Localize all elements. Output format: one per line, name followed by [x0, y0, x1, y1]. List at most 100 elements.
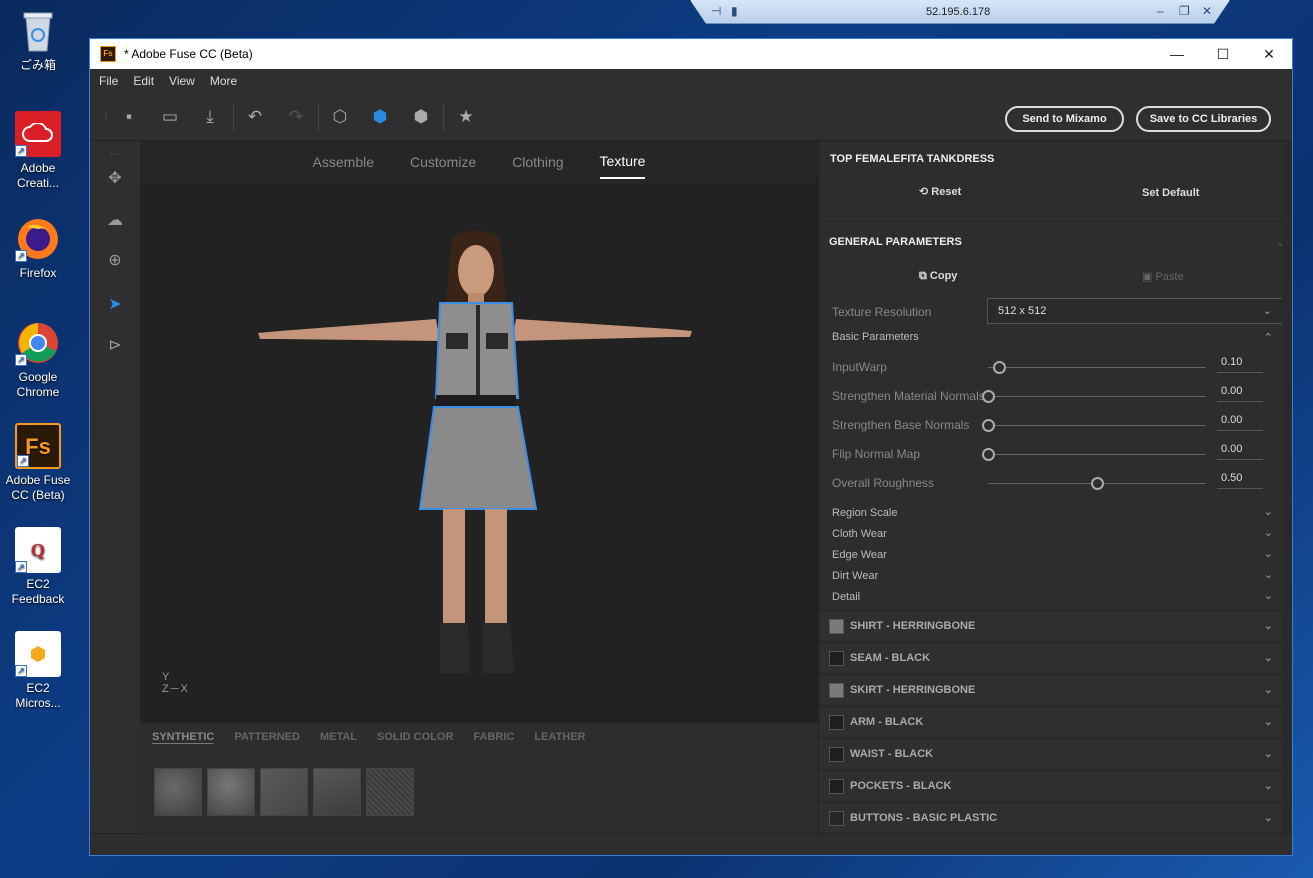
maximize-button[interactable]: ☐: [1200, 39, 1246, 69]
tab-solid-color[interactable]: SOLID COLOR: [377, 731, 453, 744]
slider-value[interactable]: 0.50: [1217, 470, 1263, 489]
target-icon[interactable]: ⊕: [103, 249, 127, 273]
restore-icon[interactable]: ❐: [1179, 4, 1190, 18]
desktop-icon-chrome[interactable]: ↗ Google Chrome: [4, 320, 72, 400]
tab-texture[interactable]: Texture: [599, 145, 646, 179]
menu-file[interactable]: File: [99, 74, 118, 88]
toolbar-separator: [443, 103, 444, 131]
chevron-down-icon: ⌄: [1263, 812, 1273, 824]
rail-grip-icon: ⋯: [110, 149, 120, 160]
import-icon[interactable]: ⤓: [198, 105, 222, 129]
desktop-icon-adobe-cc[interactable]: ↗ Adobe Creati...: [4, 111, 72, 191]
tab-leather[interactable]: LEATHER: [534, 731, 585, 744]
paste-button[interactable]: ▣ Paste: [1142, 270, 1202, 283]
set-default-button[interactable]: Set Default: [1142, 187, 1212, 199]
reset-button[interactable]: ⟲ Reset: [919, 185, 979, 198]
section-cloth-wear[interactable]: Cloth Wear ⌄: [832, 527, 1292, 540]
camera-icon[interactable]: ⊳: [103, 334, 127, 358]
shortcut-arrow-icon: ↗: [15, 250, 27, 262]
slider-track[interactable]: [988, 425, 1206, 426]
slider-value[interactable]: 0.00: [1217, 412, 1263, 431]
slider-track[interactable]: [988, 396, 1206, 397]
tab-customize[interactable]: Customize: [410, 146, 476, 178]
material-swatch[interactable]: [154, 768, 202, 816]
section-label: Region Scale: [832, 507, 898, 519]
material-row[interactable]: SEAM - BLACK ⌄: [819, 642, 1283, 672]
minimize-button[interactable]: —: [1154, 39, 1200, 69]
basic-parameters-header[interactable]: Basic Parameters ⌃: [832, 331, 1292, 344]
tab-metal[interactable]: METAL: [320, 731, 357, 744]
material-row[interactable]: ARM - BLACK ⌄: [819, 706, 1283, 736]
tab-patterned[interactable]: PATTERNED: [234, 731, 300, 744]
slider-value[interactable]: 0.00: [1217, 383, 1263, 402]
desktop-icon-ec2-feedback[interactable]: Q ↗ EC2 Feedback: [4, 527, 72, 607]
section-detail[interactable]: Detail ⌄: [832, 590, 1292, 603]
material-swatch[interactable]: [207, 768, 255, 816]
tab-clothing[interactable]: Clothing: [512, 146, 563, 178]
minimize-icon[interactable]: –: [1157, 4, 1164, 18]
slider-value[interactable]: 0.00: [1217, 441, 1263, 460]
section-region-scale[interactable]: Region Scale ⌄: [832, 506, 1292, 519]
desktop-icon-fuse[interactable]: Fs ↗ Adobe Fuse CC (Beta): [4, 423, 72, 503]
material-row[interactable]: WAIST - BLACK ⌄: [819, 738, 1283, 768]
slider-knob[interactable]: [992, 361, 1006, 374]
material-label: SEAM - BLACK: [850, 652, 931, 664]
redo-icon[interactable]: ↷: [284, 105, 308, 129]
cube-solid-icon[interactable]: ⬢: [368, 105, 392, 129]
menu-more[interactable]: More: [210, 74, 237, 88]
material-color-swatch: [829, 683, 844, 698]
save-to-cc-libraries-button[interactable]: Save to CC Libraries: [1136, 106, 1271, 132]
star-icon[interactable]: ★: [454, 105, 478, 129]
title-bar: Fs * Adobe Fuse CC (Beta) — ☐ ✕: [90, 39, 1292, 69]
slider-value[interactable]: 0.10: [1217, 354, 1263, 373]
new-icon[interactable]: ▪: [117, 105, 141, 129]
material-row[interactable]: POCKETS - BLACK ⌄: [819, 770, 1283, 800]
tab-fabric[interactable]: FABRIC: [473, 731, 514, 744]
desktop-icon-ec2-micro[interactable]: ↗ EC2 Micros...: [4, 631, 72, 711]
slider-knob[interactable]: [1091, 477, 1104, 490]
slider-track[interactable]: [988, 454, 1206, 455]
send-to-mixamo-button[interactable]: Send to Mixamo: [1005, 106, 1124, 132]
slider-track[interactable]: [988, 367, 1206, 368]
desktop-icon-firefox[interactable]: ↗ Firefox: [4, 216, 72, 281]
material-swatch[interactable]: [260, 768, 308, 816]
general-parameters-label: GENERAL PARAMETERS: [829, 236, 962, 248]
tab-assemble[interactable]: Assemble: [313, 146, 374, 178]
chevron-down-icon: ⌄: [1263, 527, 1273, 539]
panel-scrollbar[interactable]: [1282, 141, 1292, 834]
material-row[interactable]: BUTTONS - BASIC PLASTIC ⌄: [819, 802, 1283, 832]
menu-edit[interactable]: Edit: [133, 74, 154, 88]
pin-icon[interactable]: ⊣: [711, 4, 721, 18]
slider-label: Strengthen Base Normals: [832, 418, 970, 432]
move-icon[interactable]: ✥: [103, 167, 127, 191]
cube-shaded-icon[interactable]: ⬢: [409, 105, 433, 129]
fuse-icon: Fs ↗: [15, 423, 61, 469]
chevron-down-icon: ⌄: [1263, 684, 1273, 696]
material-row[interactable]: SHIRT - HERRINGBONE ⌄: [819, 610, 1283, 640]
character-model[interactable]: [140, 183, 818, 723]
tab-synthetic[interactable]: SYNTHETIC: [152, 731, 215, 744]
menu-view[interactable]: View: [169, 74, 195, 88]
open-folder-icon[interactable]: ▭: [158, 105, 182, 129]
chevron-up-icon: ⌃: [1263, 332, 1273, 344]
select-arrow-icon[interactable]: ➤: [103, 293, 127, 317]
close-button[interactable]: ✕: [1246, 39, 1292, 69]
material-swatch[interactable]: [313, 768, 361, 816]
slider-knob[interactable]: [982, 390, 995, 403]
close-icon[interactable]: ✕: [1202, 4, 1212, 18]
copy-button[interactable]: ⧉ Copy: [919, 270, 979, 283]
slider-label: Strengthen Material Normals: [832, 389, 985, 403]
undo-icon[interactable]: ↶: [243, 105, 267, 129]
desktop-icon-recycle-bin[interactable]: ごみ箱: [4, 8, 72, 73]
material-swatch[interactable]: [366, 768, 414, 816]
general-parameters-header[interactable]: GENERAL PARAMETERS ⌄: [829, 236, 1292, 249]
texture-resolution-select[interactable]: 512 x 512 ⌄: [987, 298, 1283, 324]
slider-knob[interactable]: [982, 419, 995, 432]
slider-knob[interactable]: [982, 448, 995, 461]
section-edge-wear[interactable]: Edge Wear ⌄: [832, 548, 1292, 561]
3d-viewport[interactable]: Assemble Customize Clothing Texture Y Z …: [140, 141, 818, 723]
cube-wireframe-icon[interactable]: ⬡: [328, 105, 352, 129]
section-dirt-wear[interactable]: Dirt Wear ⌄: [832, 569, 1292, 582]
material-row[interactable]: SKIRT - HERRINGBONE ⌄: [819, 674, 1283, 704]
orbit-icon[interactable]: ☁: [103, 209, 127, 233]
